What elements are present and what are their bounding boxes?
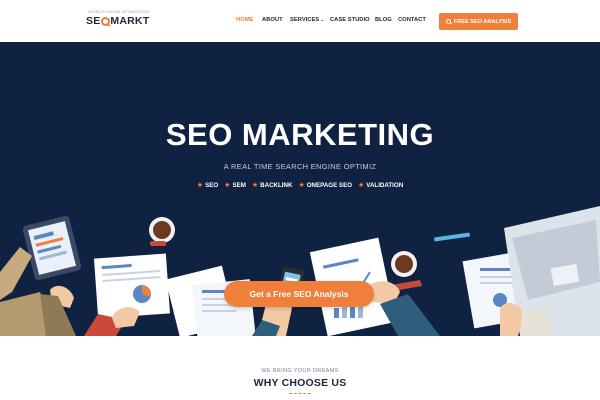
logo[interactable]: SEARCH ENGINE OPTIMIZATION SE MARKT [86, 10, 150, 32]
hero-tags: ★ SEO ★ SEM ★ BACKLINK ★ ONEPAGE SEO ★ VALIDA… [0, 181, 600, 190]
star-icon: ★ [298, 182, 305, 189]
nav-services[interactable]: SERVICES⌄ [290, 17, 324, 23]
tag-label: VALIDATION [366, 181, 404, 189]
get-free-seo-analysis-button[interactable]: Get a Free SEO Analysis [224, 281, 374, 307]
tag-label: SEM [232, 181, 246, 189]
nav-about[interactable]: ABOUT [262, 17, 283, 23]
why-title: WHY CHOOSE US [253, 377, 347, 389]
search-icon [445, 19, 451, 24]
free-seo-analysis-button[interactable]: FREE SEO ANALYSIS [439, 13, 518, 30]
star-icon: ★ [224, 182, 231, 189]
coffee-cup-right-illustration [391, 251, 417, 277]
hero-subtitle: A REAL TIME SEARCH ENGINE OPTIMIZ [223, 162, 377, 171]
nav-services-label: SERVICES [290, 17, 320, 23]
star-icon: ★ [358, 182, 365, 189]
star-icon: ★ [196, 182, 204, 189]
tag-onepage-seo: ★ ONEPAGE SEO [298, 181, 353, 190]
nav-home[interactable]: HOME [236, 17, 253, 23]
tag-sem: ★ SEM [224, 181, 246, 190]
nav-contact[interactable]: CONTACT [398, 17, 426, 23]
magnifier-icon [100, 16, 110, 26]
tag-validation: ★ VALIDATION [358, 181, 404, 190]
tag-label: BACKLINK [260, 181, 293, 189]
tablet-illustration [22, 215, 82, 281]
coffee-cup-illustration [149, 217, 175, 246]
logo-text-end: MARKT [110, 15, 150, 27]
star-icon: ★ [251, 182, 259, 189]
tag-label: ONEPAGE SEO [306, 181, 353, 189]
why-pretitle: WE BRING YOUR DREAMS [261, 368, 339, 374]
tag-label: SEO [205, 181, 219, 189]
title-divider [289, 393, 311, 394]
logo-tagline: SEARCH ENGINE OPTIMIZATION [88, 10, 150, 14]
logo-wordmark: SE MARKT [86, 15, 149, 27]
site-header: SEARCH ENGINE OPTIMIZATION SE MARKT HOME… [0, 0, 600, 42]
nav-case-studio[interactable]: CASE STUDIO [330, 17, 370, 23]
tag-seo: ★ SEO [196, 181, 219, 190]
tag-backlink: ★ BACKLINK [251, 181, 293, 190]
pencil-illustration [434, 232, 470, 242]
logo-text-start: SE [86, 15, 101, 27]
chevron-down-icon: ⌄ [320, 17, 325, 23]
free-seo-analysis-label: FREE SEO ANALYSIS [453, 18, 512, 25]
hero-title: SEO MARKETING [165, 117, 435, 152]
nav-blog[interactable]: BLOG [375, 17, 392, 23]
